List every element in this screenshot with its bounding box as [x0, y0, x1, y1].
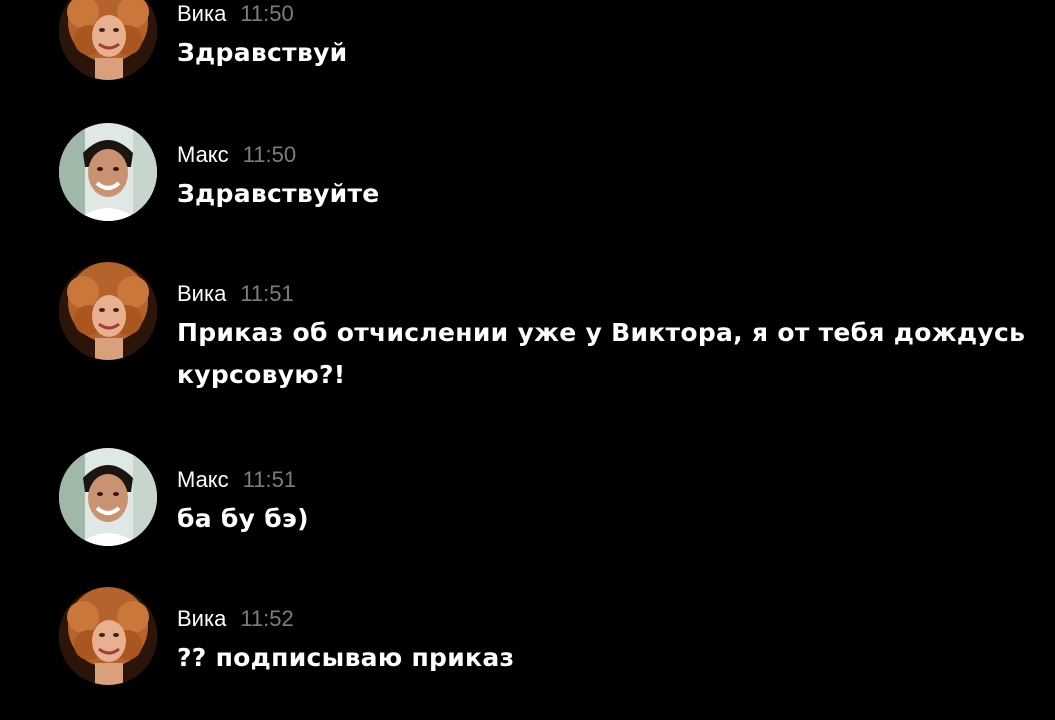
avatar-vika[interactable]: [59, 0, 157, 80]
message-text: Здравствуй: [177, 38, 348, 67]
female-avatar-icon: [59, 262, 157, 360]
message-time: 11:51: [240, 281, 294, 306]
message-meta: Макс 11:51: [177, 466, 296, 496]
message-text: Приказ об отчислении уже у Виктора, я от…: [177, 318, 1026, 389]
female-avatar-icon: [59, 587, 157, 685]
message-text: Здравствуйте: [177, 179, 380, 208]
avatar-vika[interactable]: [59, 587, 157, 685]
message-meta: Макс 11:50: [177, 141, 296, 171]
male-avatar-icon: [59, 448, 157, 546]
message-time: 11:52: [240, 606, 294, 631]
message-meta: Вика 11:51: [177, 280, 294, 310]
avatar-maks[interactable]: [59, 123, 157, 221]
male-avatar-icon: [59, 123, 157, 221]
message-author[interactable]: Макс: [177, 467, 229, 492]
message-time: 11:51: [242, 467, 297, 492]
message-meta: Вика 11:52: [177, 605, 294, 635]
message-text: ?? подписываю приказ: [177, 643, 515, 672]
message-author[interactable]: Вика: [177, 606, 226, 631]
female-avatar-icon: [59, 0, 157, 80]
message-text: ба бу бэ): [177, 504, 309, 533]
message-author[interactable]: Макс: [177, 142, 229, 167]
avatar-maks[interactable]: [59, 448, 157, 546]
message-time: 11:50: [240, 1, 294, 26]
avatar-vika[interactable]: [59, 262, 157, 360]
message-author[interactable]: Вика: [177, 281, 226, 306]
message-author[interactable]: Вика: [177, 1, 226, 26]
chat-message-list: Вика 11:50 Здравствуй Макс 11:50 Здравству…: [0, 0, 1055, 720]
message-meta: Вика 11:50: [177, 0, 294, 30]
message-time: 11:50: [242, 142, 297, 167]
